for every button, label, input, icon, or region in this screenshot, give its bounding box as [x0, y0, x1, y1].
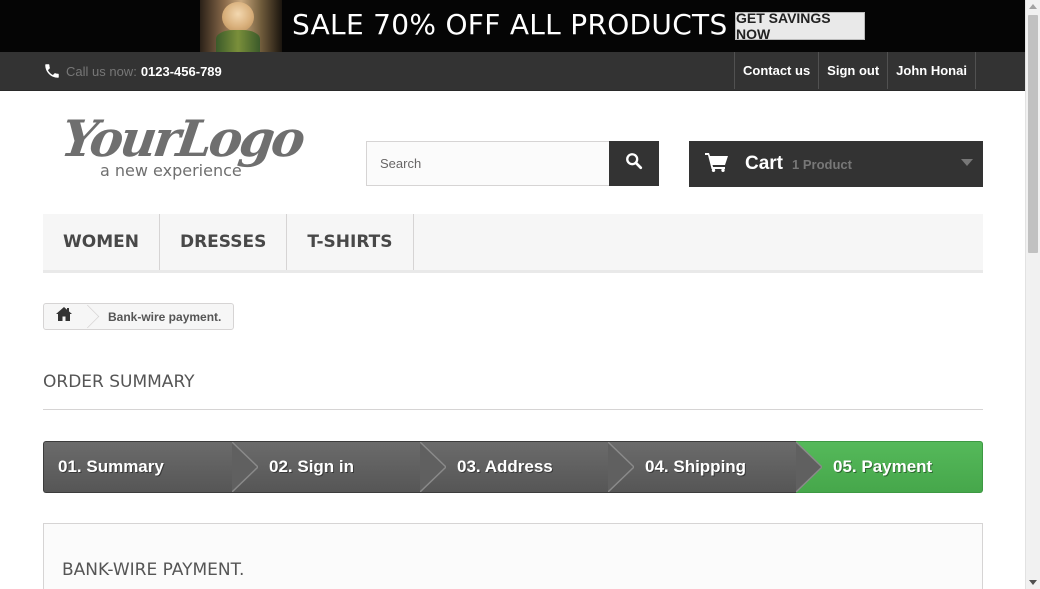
menu-item-t-shirts[interactable]: T-shirts	[287, 214, 414, 270]
heading-divider	[43, 409, 983, 410]
scroll-down-icon[interactable]	[1029, 580, 1037, 585]
search-input[interactable]	[366, 141, 609, 186]
search-icon	[625, 152, 643, 175]
account-links: Contact us Sign out John Honai	[734, 52, 976, 89]
step-label: 04. Shipping	[645, 457, 747, 476]
step-label: 02. Sign in	[269, 457, 355, 476]
site-logo[interactable]: YourLogo a new experience	[58, 109, 308, 182]
banner-model-image	[200, 0, 282, 52]
cart-quantity: 1 Product	[792, 156, 852, 172]
phone-number: 0123-456-789	[140, 63, 222, 79]
step-payment[interactable]: 05. Payment	[796, 441, 983, 493]
search-button[interactable]	[609, 141, 659, 186]
home-icon	[56, 307, 72, 326]
step-arrow	[232, 442, 258, 492]
page-scrollbar[interactable]	[1025, 0, 1040, 589]
order-steps: 01. Summary 02. Sign in 03. Address 04. …	[43, 441, 983, 493]
menu-item-dresses[interactable]: Dresses	[160, 214, 288, 270]
cart-label: Cart	[745, 153, 784, 174]
payment-box: Bank-wire payment.	[43, 523, 983, 589]
step-arrow	[796, 442, 822, 492]
page-title: Order summary	[43, 372, 195, 392]
step-label: 05. Payment	[833, 457, 933, 476]
scroll-up-icon[interactable]	[1029, 4, 1037, 9]
step-address[interactable]: 03. Address	[420, 441, 634, 493]
sign-out-link[interactable]: Sign out	[818, 52, 887, 89]
step-label: 01. Summary	[58, 457, 164, 476]
main-menu: Women Dresses T-shirts	[43, 214, 983, 273]
promo-banner[interactable]: SALE 70% OFF ALL PRODUCTS GET SAVINGS NO…	[0, 0, 1025, 52]
account-name-link[interactable]: John Honai	[887, 52, 976, 89]
contact-phone: Call us now: 0123-456-789	[43, 62, 222, 80]
step-summary[interactable]: 01. Summary	[43, 441, 258, 493]
scrollbar-thumb[interactable]	[1028, 15, 1038, 253]
search-form	[366, 141, 659, 186]
step-arrow	[420, 442, 446, 492]
step-sign-in[interactable]: 02. Sign in	[232, 441, 446, 493]
step-shipping[interactable]: 04. Shipping	[608, 441, 822, 493]
menu-item-women[interactable]: Women	[43, 214, 160, 270]
logo-wordmark: YourLogo	[64, 110, 304, 168]
cart-button[interactable]: Cart 1 Product	[689, 141, 983, 187]
chevron-down-icon	[961, 159, 973, 166]
breadcrumb-current: Bank-wire payment.	[108, 309, 222, 324]
contact-us-link[interactable]: Contact us	[734, 52, 818, 89]
step-arrow	[608, 442, 634, 492]
step-label: 03. Address	[457, 457, 553, 476]
call-label: Call us now:	[66, 63, 137, 79]
logo-tagline: a new experience	[100, 161, 242, 180]
top-nav-bar: Call us now: 0123-456-789 Contact us Sig…	[0, 52, 1025, 91]
cart-icon	[705, 152, 729, 177]
phone-icon	[43, 62, 61, 80]
breadcrumb: Bank-wire payment.	[43, 303, 235, 330]
banner-headline: SALE 70% OFF ALL PRODUCTS	[292, 8, 728, 41]
payment-box-title: Bank-wire payment.	[62, 560, 245, 580]
breadcrumb-separator	[84, 304, 98, 329]
get-savings-button[interactable]: GET SAVINGS NOW	[735, 10, 865, 42]
